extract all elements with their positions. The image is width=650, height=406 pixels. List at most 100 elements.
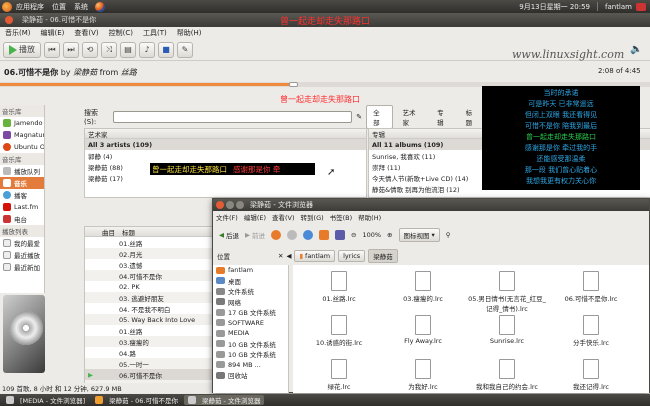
file-item[interactable]: 我和我自己的约会.lrc [467,359,547,391]
previous-button[interactable]: ⏮ [44,41,60,58]
search-icon[interactable]: ⚲ [446,231,451,239]
places-label[interactable]: 位置 [217,251,275,261]
close-icon[interactable] [216,201,224,209]
clear-search-icon[interactable]: ✎ [356,113,362,121]
zoom-in-icon[interactable]: ⊕ [387,231,392,239]
file-item[interactable]: Sunrise.lrc [467,315,547,345]
fm-menu-edit[interactable]: 编辑(E) [241,212,269,222]
place-item[interactable]: fantlam [213,265,288,276]
sidebar-item-podcasts[interactable]: 播客 [0,189,44,201]
track-row[interactable]: 02. PK [85,281,218,292]
filter-artist[interactable]: 艺术家 [397,106,428,128]
computer-icon[interactable] [335,230,345,240]
artist-row[interactable]: 郭静 (4) [85,150,366,161]
place-item[interactable]: SOFTWARE [213,318,288,329]
track-row[interactable]: 04.路 [85,347,218,358]
fm-menu-file[interactable]: 文件(F) [213,212,241,222]
minimize-icon[interactable] [226,201,234,209]
firefox-icon[interactable] [95,1,105,12]
zoom-out-icon[interactable]: ⊖ [351,231,356,239]
seek-knob[interactable] [288,82,298,87]
track-row[interactable]: 04.可惜不是你 [85,270,218,281]
col-title[interactable]: 标题 [122,227,135,237]
sidebar-item-favorites[interactable]: 我的最爱 [0,237,44,249]
menu-view[interactable]: 查看(V) [69,28,103,38]
sidebar-item-magnatune[interactable]: Magnatune [0,129,44,141]
sidebar-close-icon[interactable]: ✕ [278,252,283,260]
track-row[interactable]: 03.遗憾 [85,259,218,270]
task-media-browser[interactable]: [MEDIA - 文件浏览器] [2,395,89,405]
crumb-home[interactable]: ▮ fantlam [294,250,336,262]
artist-header[interactable]: 艺术家 [85,129,366,139]
menu-tools[interactable]: 工具(T) [138,28,172,38]
fm-menu-go[interactable]: 转到(G) [298,212,327,222]
fm-menu-help[interactable]: 帮助(H) [355,212,384,222]
file-item[interactable]: 分手快乐.lrc [551,315,631,347]
sidebar-item-recent-played[interactable]: 最近播放 [0,249,44,261]
filter-all[interactable]: 全部 [366,105,393,129]
crumb-lyrics[interactable]: lyrics [338,250,366,262]
sidebar-item-music[interactable]: 音乐 [0,177,44,189]
file-item[interactable]: 05.男日情书(无言花_红豆_记得_情书).lrc [467,271,547,313]
repeat-button[interactable]: ⟲ [82,41,98,58]
view-mode-select[interactable]: 图标视图 ▾ [398,228,440,242]
menu-control[interactable]: 控制(C) [104,28,138,38]
sidebar-item-queue[interactable]: 播放队列 [0,165,44,177]
sidebar-item-radio[interactable]: 电台 [0,213,44,225]
filter-title[interactable]: 标题 [460,106,484,128]
shuffle-button[interactable]: ⤨ [101,41,117,58]
back-button[interactable]: ◀ 后退 [219,230,239,240]
task-file-browser[interactable]: 梁静茹 - 文件浏览器 [183,395,265,405]
lyrics-toggle-button[interactable]: ♪ [139,41,155,58]
place-item[interactable]: 回收站 [213,370,288,381]
task-rhythmbox[interactable]: 梁静茹 - 06.可惜不是你 [91,395,182,405]
file-item[interactable]: 01.丝路.lrc [299,271,379,303]
reload-icon[interactable] [303,230,313,240]
place-item[interactable]: 894 MB ... [213,360,288,371]
track-row[interactable]: 01.丝路 [85,325,218,336]
power-icon[interactable] [636,2,646,11]
file-item[interactable]: 我还记得.lrc [551,359,631,391]
place-item[interactable]: 文件系统 [213,286,288,297]
up-icon[interactable] [271,230,281,240]
track-row[interactable]: 01.丝路 [85,237,218,248]
sidebar-item-recent-added[interactable]: 最近新加 [0,261,44,273]
track-row[interactable]: 04. 不是我不明白 [85,303,218,314]
track-row[interactable]: ▶ 06.可惜不是你 [85,369,218,380]
forward-button[interactable]: ▶ 前进 [245,230,265,240]
menu-places[interactable]: 位置 [48,2,70,12]
next-button[interactable]: ⏭ [63,41,79,58]
clock[interactable]: 9月13日星期一 20:59 [515,2,594,12]
maximize-icon[interactable] [236,201,244,209]
file-item[interactable]: 10.诱惑的街.lrc [299,315,379,347]
ubuntu-logo-icon[interactable] [2,1,12,12]
place-item[interactable]: MEDIA [213,328,288,339]
crumb-current[interactable]: 梁静茹 [368,249,398,263]
track-row[interactable]: 03. 逃避好朋友 [85,292,218,303]
path-left-icon[interactable]: ◀ [286,252,291,260]
place-item[interactable]: 网络 [213,297,288,308]
file-item[interactable]: Fly Away.lrc [383,315,463,345]
search-input[interactable] [113,111,353,123]
menu-music[interactable]: 音乐(M) [0,28,36,38]
place-item[interactable]: 17 GB 文件系统 [213,307,288,318]
filter-album[interactable]: 专辑 [431,106,455,128]
stop-icon[interactable] [287,230,297,240]
file-item[interactable]: 03.瘦瘦的.lrc [383,271,463,303]
file-item[interactable]: 绿花.lrc [299,359,379,391]
menu-system[interactable]: 系统 [70,2,92,12]
menu-edit[interactable]: 编辑(E) [36,28,70,38]
visual-button[interactable]: ■ [158,41,174,58]
fm-menu-bookmarks[interactable]: 书签(B) [327,212,356,222]
menu-help[interactable]: 帮助(H) [172,28,207,38]
menu-applications[interactable]: 应用程序 [12,2,48,12]
track-row[interactable]: 02.月光 [85,248,218,259]
sidebar-item-jamendo[interactable]: Jamendo [0,117,44,129]
col-track[interactable]: 曲目 [88,227,122,237]
place-item[interactable]: 10 GB 文件系统 [213,339,288,350]
file-item[interactable]: 为我好.lrc [383,359,463,391]
browse-button[interactable]: ▤ [120,41,136,58]
user-menu[interactable]: fantlam [601,3,636,11]
fm-menu-view[interactable]: 查看(V) [269,212,298,222]
file-item[interactable]: 06.可惜不是你.lrc [551,271,631,303]
